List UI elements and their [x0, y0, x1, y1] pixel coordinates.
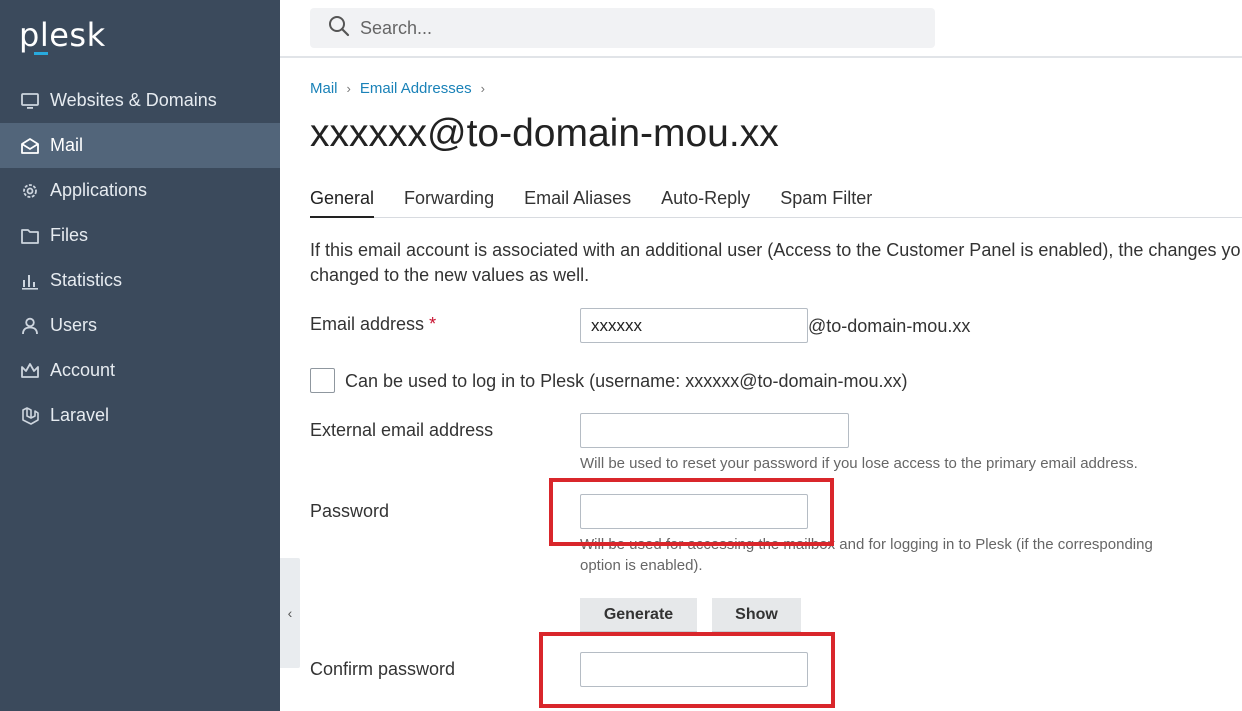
sidebar-item-websites-domains[interactable]: Websites & Domains [0, 78, 280, 123]
external-email-label: External email address [310, 420, 494, 440]
tab-auto-reply[interactable]: Auto-Reply [661, 186, 750, 218]
plesk-logo[interactable]: plesk [19, 16, 106, 56]
breadcrumb-link-email-addresses[interactable]: Email Addresses [360, 80, 472, 97]
sidebar-item-files[interactable]: Files [0, 213, 280, 258]
logo-text: plesk [19, 16, 106, 54]
sidebar-item-label: Statistics [50, 270, 123, 290]
tab-forwarding[interactable]: Forwarding [404, 186, 494, 218]
folder-icon [20, 226, 40, 246]
monitor-icon [20, 91, 40, 111]
email-address-input[interactable] [580, 308, 808, 343]
tab-bar: General Forwarding Email Aliases Auto-Re… [310, 186, 1242, 218]
sidebar-item-label: Users [50, 315, 98, 335]
tab-spam-filter[interactable]: Spam Filter [780, 186, 872, 218]
sidebar-item-label: Files [50, 225, 89, 245]
breadcrumb-separator-icon: › [346, 81, 351, 96]
confirm-password-label: Confirm password [310, 659, 456, 679]
sidebar: plesk Websites & Domains Mail Applicatio… [0, 0, 280, 711]
show-password-button[interactable]: Show [712, 598, 801, 632]
sidebar-item-applications[interactable]: Applications [0, 168, 280, 213]
password-highlight-box [549, 478, 834, 546]
breadcrumb: Mail › Email Addresses › [310, 80, 494, 97]
user-icon [20, 316, 40, 336]
tab-general[interactable]: General [310, 186, 375, 218]
chevron-left-icon: ‹ [287, 605, 293, 621]
sidebar-item-laravel[interactable]: Laravel [0, 393, 280, 438]
breadcrumb-link-mail[interactable]: Mail [310, 80, 338, 97]
sidebar-item-users[interactable]: Users [0, 303, 280, 348]
search-box[interactable] [310, 8, 935, 48]
email-address-label-text: Email address [310, 314, 425, 334]
sidebar-item-account[interactable]: Account [0, 348, 280, 393]
logo-accent [34, 52, 48, 55]
external-email-hint: Will be used to reset your password if y… [580, 455, 1138, 472]
sidebar-collapse-toggle[interactable]: ‹ [280, 558, 300, 668]
email-address-label: Email address * [310, 314, 436, 335]
sidebar-item-label: Mail [50, 135, 84, 155]
email-domain-suffix: @to-domain-mou.xx [808, 316, 971, 336]
sidebar-nav: Websites & Domains Mail Applications Fil… [0, 78, 280, 438]
info-line: If this email account is associated with… [310, 240, 1241, 260]
password-label: Password [310, 501, 390, 521]
page-title: xxxxxx@to-domain-mou.xx [310, 112, 779, 155]
external-email-input[interactable] [580, 413, 849, 448]
info-line: changed to the new values as well. [310, 265, 590, 285]
login-to-plesk-checkbox[interactable] [310, 368, 335, 393]
sidebar-item-label: Applications [50, 180, 148, 200]
envelope-icon [20, 136, 40, 156]
top-header [280, 0, 1242, 58]
required-mark: * [429, 314, 437, 334]
laravel-icon [20, 406, 40, 426]
login-to-plesk-label[interactable]: Can be used to log in to Plesk (username… [345, 371, 908, 392]
confirm-password-highlight-box [539, 632, 835, 708]
search-input[interactable] [360, 17, 920, 39]
password-hint-line: option is enabled). [580, 557, 703, 574]
sidebar-item-label: Account [50, 360, 116, 380]
tab-email-aliases[interactable]: Email Aliases [524, 186, 631, 218]
sidebar-item-mail[interactable]: Mail [0, 123, 280, 168]
gear-icon [20, 181, 40, 201]
sidebar-item-statistics[interactable]: Statistics [0, 258, 280, 303]
generate-password-button[interactable]: Generate [580, 598, 697, 632]
bar-chart-icon [20, 271, 40, 291]
crown-icon [20, 361, 40, 381]
sidebar-item-label: Laravel [50, 405, 110, 425]
sidebar-item-label: Websites & Domains [50, 90, 217, 110]
info-message: If this email account is associated with… [310, 238, 1242, 288]
search-icon [328, 15, 350, 42]
breadcrumb-separator-icon: › [480, 81, 485, 96]
